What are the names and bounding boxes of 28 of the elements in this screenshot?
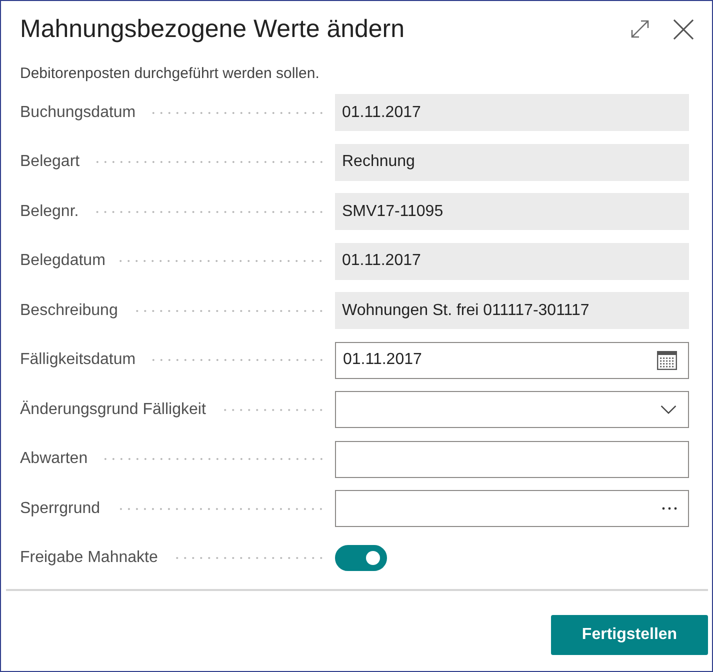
dialog-title: Mahnungsbezogene Werte ändern [20,14,405,45]
ellipsis-icon[interactable] [662,507,677,510]
field-label: Belegnr. [20,202,79,220]
chevron-down-icon[interactable] [660,405,677,414]
finish-button[interactable]: Fertigstellen [551,614,708,654]
read-only-field: 01.11.2017 [335,94,689,131]
field-label: Freigabe Mahnakte [20,549,158,567]
field-label: Sperrgrund [20,500,100,518]
field-label: Abwarten [20,450,88,468]
close-icon[interactable] [673,18,694,40]
field-label: Belegart [20,153,80,171]
field-label: Fälligkeitsdatum [20,351,136,369]
field-label: Belegdatum [20,252,106,270]
read-only-field: SMV17-11095 [335,193,689,230]
read-only-field: Wohnungen St. frei 011117-301117 [335,292,689,329]
expand-icon[interactable] [631,20,649,38]
toggle-switch[interactable] [335,545,387,571]
calendar-icon[interactable] [657,350,677,370]
dropdown-field[interactable] [335,391,689,428]
read-only-field: Rechnung [335,144,689,180]
field-label: Änderungsgrund Fälligkeit [20,400,206,418]
intro-text: Debitorenposten durchgeführt werden sollen. [20,64,320,84]
field-label: Buchungsdatum [20,104,136,122]
text-field[interactable] [335,440,689,478]
read-only-field: 01.11.2017 [335,242,689,280]
date-field[interactable]: 01.11.2017 [335,342,689,378]
lookup-field[interactable] [335,490,689,527]
field-label: Beschreibung [20,302,118,320]
